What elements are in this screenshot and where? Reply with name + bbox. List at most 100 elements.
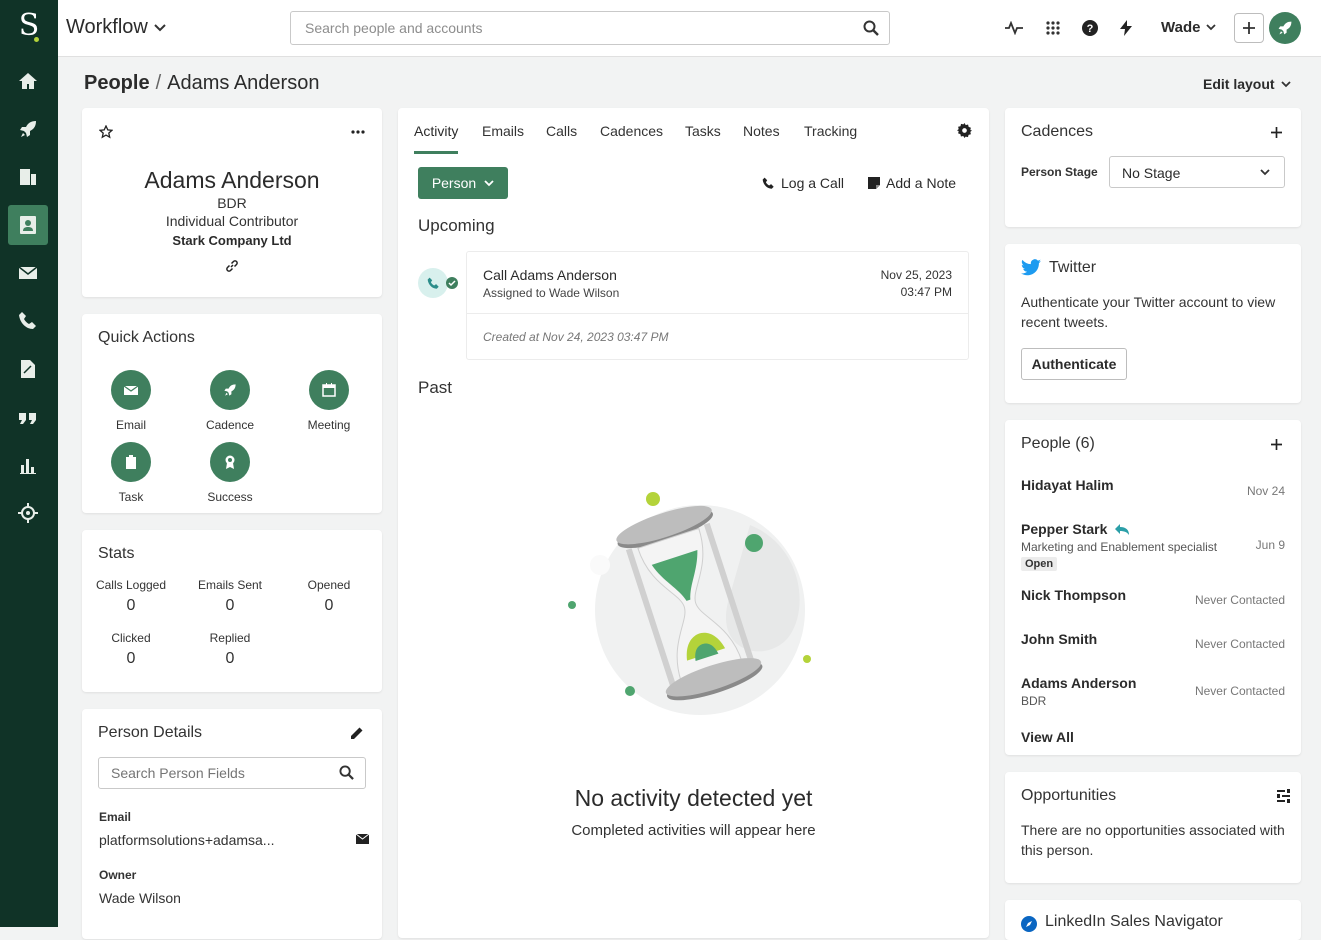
stat-value: 0 [126,597,136,614]
add-cadence-plus-icon[interactable] [1271,127,1282,138]
quick-action-email[interactable]: Email [91,370,171,432]
chevron-down-icon [154,23,166,31]
quick-action-label: Success [207,490,253,504]
quick-action-task[interactable]: Task [91,442,171,504]
people-row[interactable]: John Smith Never Contacted [1021,631,1285,651]
lightning-icon[interactable] [1116,18,1136,38]
people-row-name[interactable]: Pepper Stark [1021,521,1107,537]
person-fields-search-input[interactable] [99,758,329,788]
view-all-people-link[interactable]: View All [1021,729,1074,745]
quick-action-label: Cadence [205,418,255,432]
stat-value: 0 [225,650,235,667]
accounts-building-icon[interactable] [8,157,48,197]
star-icon[interactable] [99,125,113,139]
stat-calls-logged: Calls Logged 0 [81,578,181,615]
phone-icon [762,177,774,189]
person-stage-select[interactable]: No Stage [1109,156,1285,188]
quick-action-label: Meeting [307,418,351,432]
rocket-icon [224,384,236,396]
person-filter-label: Person [431,175,477,191]
company-link[interactable]: Stark Company Ltd [82,233,382,248]
breadcrumb-root[interactable]: People [84,72,150,94]
task-title[interactable]: Call Adams Anderson [483,267,617,283]
opportunities-title: Opportunities [1021,787,1117,804]
tab-cadences[interactable]: Cadences [600,123,663,139]
stat-value: 0 [225,597,235,614]
log-call-button[interactable]: Log a Call [762,175,844,191]
owner-field-label: Owner [99,868,137,882]
quick-action-success[interactable]: Success [190,442,270,504]
add-note-button[interactable]: Add a Note [868,175,956,191]
person-fields-search [98,757,366,789]
workflow-menu[interactable]: Workflow [66,16,166,39]
quick-action-meeting[interactable]: Meeting [289,370,369,432]
owner-field-value: Wade Wilson [99,890,181,906]
person-filter-button[interactable]: Person [418,167,508,199]
link-icon[interactable] [225,259,239,273]
phone-icon [427,277,439,289]
quick-action-cadence[interactable]: Cadence [190,370,270,432]
linkedin-title: LinkedIn Sales Navigator [1045,913,1223,930]
phone-icon[interactable] [8,301,48,341]
settings-gear-icon[interactable] [957,123,972,138]
email-field-value[interactable]: platformsolutions+adamsa... [99,832,274,848]
help-icon[interactable]: ? [1080,18,1100,38]
stats-card: Stats Calls Logged 0 Emails Sent 0 Opened 0… [82,530,382,692]
tab-tasks[interactable]: Tasks [685,123,721,139]
quote-icon[interactable] [8,397,48,437]
check-circle-icon[interactable] [446,277,458,289]
people-row[interactable]: Hidayat Halim Nov 24 [1021,477,1285,498]
tab-activity[interactable]: Activity [414,123,458,139]
stat-clicked: Clicked 0 [81,631,181,668]
clipboard-icon [126,455,136,469]
people-row[interactable]: Pepper Stark Marketing and Enablement sp… [1021,521,1285,572]
people-row-date: Never Contacted [1194,593,1285,607]
person-title: BDR [217,195,247,211]
user-menu[interactable]: Wade [1161,19,1217,36]
people-icon[interactable] [8,205,48,245]
add-person-plus-icon[interactable] [1271,439,1282,450]
tab-calls[interactable]: Calls [546,123,577,139]
people-row[interactable]: Nick Thompson Never Contacted [1021,587,1285,607]
document-icon[interactable] [8,349,48,389]
apps-grid-icon[interactable] [1043,18,1063,38]
people-row[interactable]: Adams Anderson BDR Never Contacted [1021,675,1285,708]
cadence-rocket-icon[interactable] [8,109,48,149]
stat-value: 0 [324,597,334,614]
quick-action-label: Email [115,418,146,432]
analytics-chart-icon[interactable] [8,445,48,485]
more-options-icon[interactable] [351,130,365,134]
award-ribbon-icon [225,455,235,469]
tab-emails[interactable]: Emails [482,123,524,139]
edit-layout-button[interactable]: Edit layout [1203,76,1291,92]
active-tab-indicator [414,151,458,154]
upcoming-task[interactable]: Call Adams Anderson Assigned to Wade Wil… [466,251,969,360]
authenticate-button[interactable]: Authenticate [1021,348,1127,380]
list-filter-icon[interactable] [1277,789,1290,803]
log-call-label: Log a Call [781,175,845,191]
linkedin-compass-icon [1021,916,1037,932]
target-crosshair-icon[interactable] [8,493,48,533]
search-input[interactable] [291,12,851,44]
activity-pulse-icon[interactable] [1004,18,1024,38]
person-stage-value: No Stage [1122,165,1181,181]
tab-notes[interactable]: Notes [743,123,780,139]
people-row-name[interactable]: Hidayat Halim [1021,477,1285,493]
task-created: Created at Nov 24, 2023 03:47 PM [483,330,669,344]
send-email-icon[interactable] [356,834,369,844]
chevron-down-icon [1280,80,1291,87]
tab-tracking[interactable]: Tracking [804,123,857,139]
home-icon[interactable] [8,61,48,101]
quick-action-label: Task [118,490,144,504]
app-logo[interactable]: S [0,8,58,43]
person-details-title: Person Details [98,724,203,741]
create-button[interactable] [1234,13,1264,43]
mail-icon[interactable] [8,253,48,293]
task-assignee: Assigned to Wade Wilson [483,286,620,300]
edit-pencil-icon[interactable] [350,726,364,740]
stat-value: 0 [126,650,136,667]
search-icon[interactable] [339,765,354,780]
search-icon[interactable] [863,20,879,36]
email-field-label: Email [99,810,132,824]
launch-button[interactable] [1269,12,1301,44]
